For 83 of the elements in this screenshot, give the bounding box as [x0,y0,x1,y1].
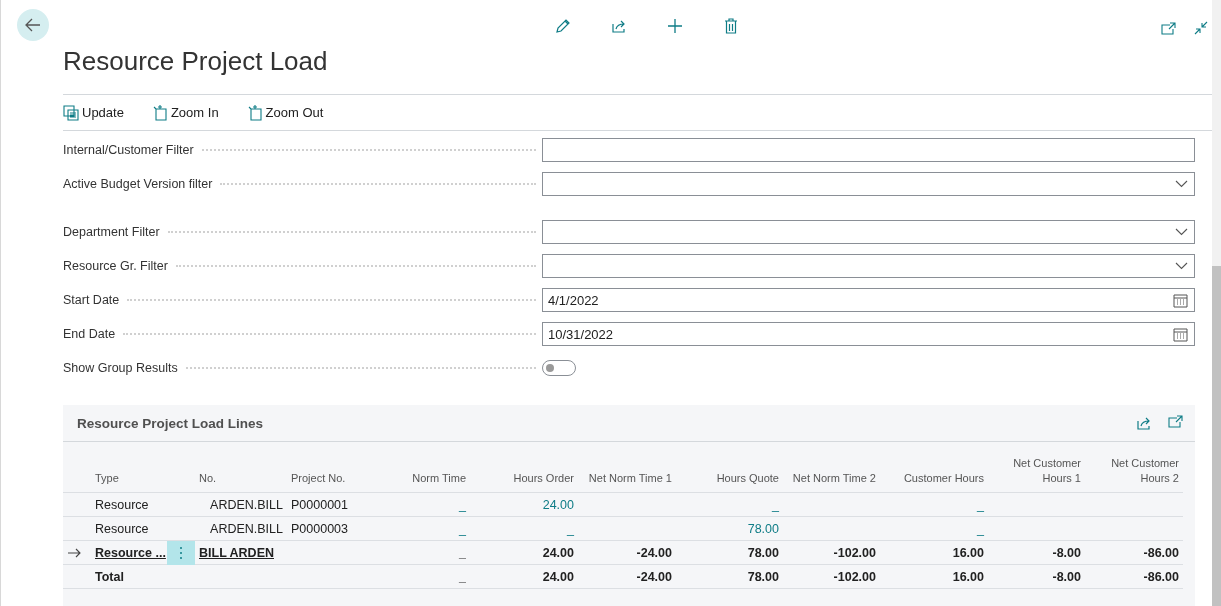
table-cell: _ [377,541,470,565]
popout-icon [1160,21,1176,35]
back-arrow-icon [25,18,41,32]
table-cell: P0000001 [287,493,377,517]
table-cell: -8.00 [988,541,1085,565]
dropdown-field[interactable] [542,172,1195,196]
input-field[interactable] [542,138,1195,162]
table-cell: P0000003 [287,517,377,541]
column-header[interactable]: Hours Order [470,442,578,493]
date-field[interactable]: 4/1/2022 [542,288,1195,312]
column-header[interactable]: Customer Hours [880,442,988,493]
column-header[interactable]: Net Customer Hours 2 [1085,442,1183,493]
action-button[interactable]: Zoom In [151,100,225,125]
column-header[interactable]: Project No. [287,442,377,493]
column-header[interactable]: Type [91,442,167,493]
field-label: Active Budget Version filter [63,177,213,191]
action-button[interactable]: Zoom Out [246,100,330,125]
popout-icon [1168,415,1183,428]
page-plus-icon [151,104,168,121]
table-cell[interactable]: _ [377,517,470,541]
table-cell: Total [91,565,167,589]
field-label: Department Filter [63,225,160,239]
back-button[interactable] [17,9,49,41]
date-field[interactable]: 10/31/2022 [542,322,1195,346]
table-cell: ARDEN.BILL [195,517,287,541]
table-cell[interactable]: 24.00 [470,493,578,517]
table-cell: ARDEN.BILL [195,493,287,517]
field-label: End Date [63,327,116,341]
table-cell: Resource [91,517,167,541]
page-plus-icon [246,104,263,121]
current-row-arrow-icon [67,547,81,558]
table-cell: -102.00 [783,541,880,565]
table-cell[interactable]: _ [377,493,470,517]
table-cell: 24.00 [470,565,578,589]
share-icon [1136,415,1152,431]
table-cell: 78.00 [676,565,783,589]
plus-icon [667,18,683,34]
share-icon [611,18,627,34]
table-cell: 16.00 [880,565,988,589]
table-cell[interactable]: _ [676,493,783,517]
action-button[interactable]: Update [63,100,130,125]
table-cell: 16.00 [880,541,988,565]
table-cell: -86.00 [1085,541,1183,565]
chevron-down-icon [1175,228,1188,236]
collapse-icon [1194,21,1208,35]
table-cell: -8.00 [988,565,1085,589]
field-label: Start Date [63,293,120,307]
page-title: Resource Project Load [63,46,328,77]
scrollbar-thumb[interactable] [1212,266,1221,606]
column-header[interactable]: Hours Quote [676,442,783,493]
chevron-down-icon [1175,262,1188,270]
field-label: Show Group Results [63,361,178,375]
table-cell[interactable]: _ [470,517,578,541]
dropdown-field[interactable] [542,254,1195,278]
column-header[interactable]: No. [195,442,287,493]
table-cell: 24.00 [470,541,578,565]
calendar-icon [1173,292,1188,308]
table-cell: -24.00 [578,541,676,565]
table-cell: Resource [91,493,167,517]
column-header[interactable]: Net Customer Hours 1 [988,442,1085,493]
field-label: Resource Gr. Filter [63,259,168,273]
table-cell: -24.00 [578,565,676,589]
table-cell[interactable]: _ [880,493,988,517]
pencil-icon [555,18,571,34]
table-cell: -102.00 [783,565,880,589]
table-cell: _ [377,565,470,589]
trash-icon [724,18,738,34]
dropdown-field[interactable] [542,220,1195,244]
table-cell[interactable]: BILL ARDEN [195,541,287,565]
column-header[interactable]: Net Norm Time 1 [578,442,676,493]
table-title: Resource Project Load Lines [77,415,264,431]
chevron-down-icon [1175,180,1188,188]
table-cell[interactable]: _ [880,517,988,541]
column-header[interactable]: Net Norm Time 2 [783,442,880,493]
table-cell: -86.00 [1085,565,1183,589]
more-options-icon [179,546,183,560]
table-cell: 78.00 [676,541,783,565]
field-label: Internal/Customer Filter [63,143,194,157]
calendar-icon [1173,326,1188,342]
toggle-switch[interactable] [542,360,576,376]
column-header[interactable]: Norm Time [377,442,470,493]
document-icon [63,104,79,121]
table-cell[interactable]: 78.00 [676,517,783,541]
